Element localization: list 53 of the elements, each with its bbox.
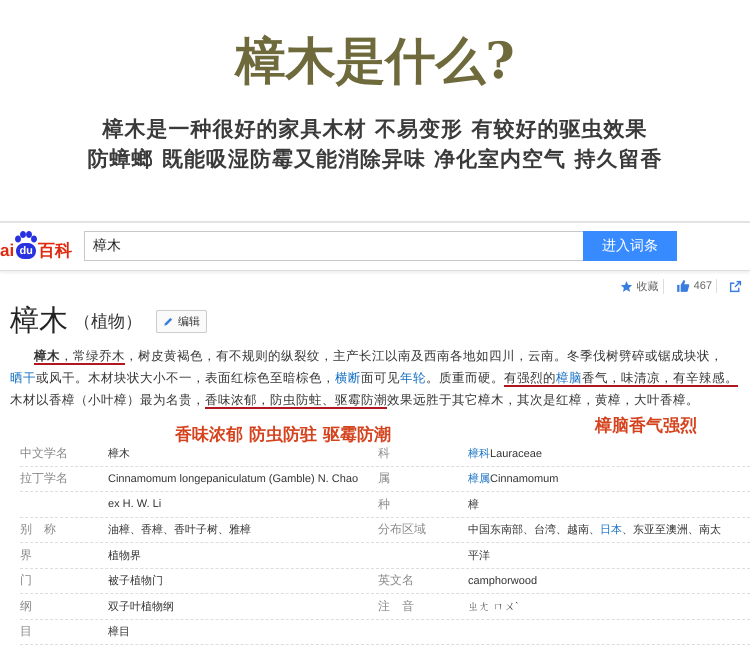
- info-value: 中国东南部、台湾、越南、日本、东亚至澳洲、南太: [468, 522, 721, 538]
- info-label: 科: [378, 444, 390, 462]
- info-label: 门: [20, 572, 32, 590]
- info-value: 樟: [468, 498, 479, 512]
- info-label: 英文名: [378, 572, 414, 590]
- tagline: 防蟑螂 既能吸湿防霉又能消除异味 净化室内空气 持久留香: [88, 145, 662, 173]
- edit-button[interactable]: 编辑: [156, 310, 207, 332]
- logo-mark: du: [16, 243, 36, 260]
- info-label: 分布区域: [378, 521, 426, 538]
- info-value: 油樟、香樟、香叶子树、雅樟: [108, 522, 251, 538]
- info-value: 平洋: [468, 548, 490, 563]
- term-link[interactable]: 晒干: [10, 371, 36, 387]
- info-value: Cinnamomum longepaniculatum (Gamble) N. Chao: [108, 472, 358, 485]
- logo-text: ai: [0, 241, 14, 262]
- entry-title: 樟木: [10, 304, 68, 339]
- search-field[interactable]: 樟木: [84, 231, 584, 262]
- info-value: 双子叶植物纲: [108, 600, 174, 614]
- tagline: 樟木是一种很好的家具木材 不易变形 有较好的驱虫效果: [102, 115, 648, 143]
- term-link[interactable]: 横断: [335, 371, 361, 387]
- summary-paragraph: 樟木，常绿乔木，树皮黄褐色，有不规则的纵裂纹，主产长江以南及西南各地如四川，云南。冬季伐树劈碎或锯成块状， 晒干或风干。木材块状大小不一，表面红棕色至暗棕色，横断面可见年轮。质重而硬。有强烈的樟脑香气，味清凉，有辛辣感。 木材以香樟（小叶樟）最为名贵，香味浓郁，防虫防蛀、驱霉防潮效果远胜于其它樟木，其次是红樟，黄樟，大叶香樟。: [9, 348, 739, 411]
- thumbs-up-icon: [676, 279, 690, 294]
- info-label: 中文学名: [20, 444, 68, 462]
- annotation: 香味浓郁 防虫防驻 驱霉防潮: [175, 424, 391, 446]
- entry-subtitle: （植物）: [74, 310, 142, 332]
- term-link[interactable]: 樟脑: [556, 371, 582, 387]
- info-label: 目: [20, 623, 32, 640]
- info-value: 樟属Cinnamomum: [468, 472, 558, 486]
- share-icon: [729, 280, 742, 293]
- info-label: 注 音: [378, 598, 414, 615]
- info-value: 樟科Lauraceae: [468, 446, 542, 461]
- like-count[interactable]: 467: [694, 280, 712, 292]
- annotation: 樟脑香气强烈: [595, 415, 697, 437]
- info-value: ㄓㄤ ㄇㄨˋ: [468, 600, 519, 614]
- info-label: 界: [20, 546, 32, 564]
- info-value: 被子植物门: [108, 574, 163, 588]
- info-value: 植物界: [108, 548, 141, 563]
- pencil-icon: [163, 316, 174, 326]
- info-value: camphorwood: [468, 574, 538, 587]
- info-label: 属: [378, 470, 390, 488]
- enter-entry-button[interactable]: 进入词条: [583, 231, 677, 262]
- star-icon: [620, 280, 633, 293]
- term-link[interactable]: 年轮: [400, 371, 426, 387]
- page-title: 樟木是什么?: [235, 30, 515, 92]
- info-label: 种: [378, 496, 390, 513]
- paw-icon: [14, 231, 38, 244]
- info-value: 樟目: [108, 624, 130, 640]
- info-value: ex H. W. Li: [108, 498, 162, 510]
- favorite-link[interactable]: 收藏: [636, 278, 659, 294]
- logo-text: 百科: [38, 241, 72, 262]
- info-label: 拉丁学名: [20, 470, 68, 488]
- info-value: 樟木: [108, 446, 130, 461]
- info-label: 纲: [20, 598, 32, 615]
- info-label: 别 称: [20, 521, 56, 538]
